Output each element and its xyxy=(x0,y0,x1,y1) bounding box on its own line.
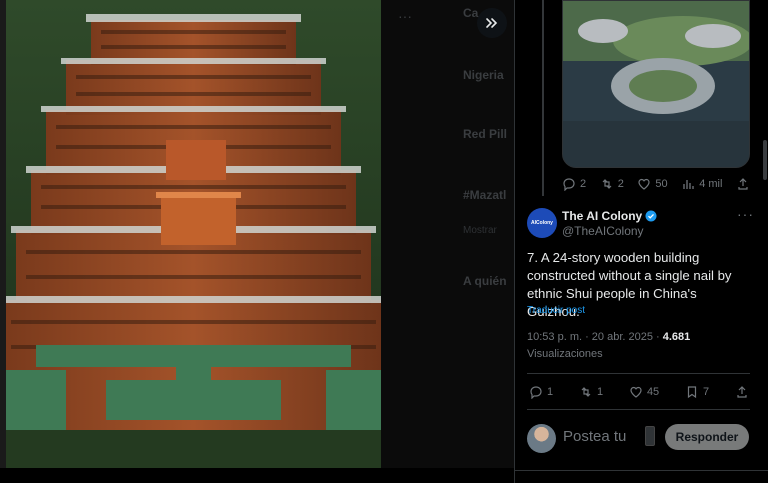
media-viewer: Ca Nigeria Red Pill #Mazatl Mostrar A quién ·… xyxy=(0,0,514,483)
background-trend-label: Nigeria xyxy=(463,68,504,82)
expand-panel-button[interactable] xyxy=(477,8,507,38)
like-button[interactable]: 50 xyxy=(637,177,668,191)
reply-button[interactable]: 2 xyxy=(562,177,586,191)
share-button[interactable] xyxy=(735,385,749,399)
background-trend-label: Ca xyxy=(463,6,479,20)
wooden-building-photo xyxy=(6,0,381,468)
more-options-button[interactable]: ··· xyxy=(737,206,754,222)
background-trend-label: Mostrar xyxy=(463,225,497,236)
scrollbar[interactable] xyxy=(763,140,767,180)
views-button[interactable]: 4 mil xyxy=(681,177,722,191)
repost-button[interactable]: 1 xyxy=(579,385,603,399)
share-button[interactable] xyxy=(736,177,750,191)
reply-button[interactable]: 1 xyxy=(529,385,553,399)
reply-count: 2 xyxy=(580,178,587,190)
reply-submit-button[interactable]: Responder xyxy=(665,424,749,450)
avatar-label: AIColony xyxy=(531,220,553,226)
timestamp-text: 10:53 p. m. · 20 abr. 2025 · xyxy=(527,331,663,343)
tweet-timestamp[interactable]: 10:53 p. m. · 20 abr. 2025 · 4.681 xyxy=(527,331,690,343)
share-icon xyxy=(738,178,748,190)
chevrons-right-icon xyxy=(486,18,498,28)
bookmark-button[interactable]: 7 xyxy=(685,385,709,399)
reply-input[interactable]: Postea tu xyxy=(563,428,626,445)
divider xyxy=(527,373,750,374)
reply-count: 1 xyxy=(547,386,554,398)
share-icon xyxy=(737,386,747,398)
island-houses-photo xyxy=(563,1,749,167)
previous-tweet-image[interactable] xyxy=(562,0,750,168)
heart-icon xyxy=(630,386,642,398)
media-action-bar xyxy=(0,468,514,483)
verified-badge-icon xyxy=(645,210,657,222)
repost-icon xyxy=(581,387,591,397)
phone-icon xyxy=(645,426,655,446)
avatar[interactable]: AIColony xyxy=(527,208,557,238)
comment-icon xyxy=(530,386,542,399)
bookmark-icon xyxy=(687,386,697,399)
author-name[interactable]: The AI Colony xyxy=(562,209,657,223)
repost-count: 2 xyxy=(617,178,624,190)
tweet-image[interactable] xyxy=(6,0,381,468)
repost-icon xyxy=(602,179,612,189)
background-trend-label: A quién xyxy=(463,274,507,288)
more-icon: ··· xyxy=(398,8,412,24)
views-count: 4.681 xyxy=(662,331,691,343)
heart-icon xyxy=(638,178,650,190)
translate-link[interactable]: Traducir post xyxy=(527,305,585,316)
views-label: Visualizaciones xyxy=(527,348,603,360)
like-count: 45 xyxy=(646,386,660,398)
background-trend-label: Red Pill xyxy=(463,127,508,141)
comment-icon xyxy=(563,178,575,191)
author-handle[interactable]: @TheAIColony xyxy=(562,224,644,238)
repost-count: 1 xyxy=(596,386,604,398)
author-name-text: The AI Colony xyxy=(562,209,643,223)
like-button[interactable]: 45 xyxy=(629,385,659,399)
tweet-actions: 1 1 45 7 xyxy=(529,385,749,399)
previous-tweet-actions: 2 2 50 4 mil xyxy=(562,177,750,191)
avatar[interactable] xyxy=(527,424,556,453)
thread-connector-line xyxy=(542,0,544,196)
like-count: 50 xyxy=(655,178,668,190)
divider xyxy=(527,409,750,410)
view-count: 4 mil xyxy=(699,178,723,190)
divider xyxy=(514,470,768,471)
background-trend-label: #Mazatl xyxy=(463,188,507,202)
analytics-icon xyxy=(683,180,694,189)
bookmark-count: 7 xyxy=(703,386,710,398)
repost-button[interactable]: 2 xyxy=(600,177,624,191)
